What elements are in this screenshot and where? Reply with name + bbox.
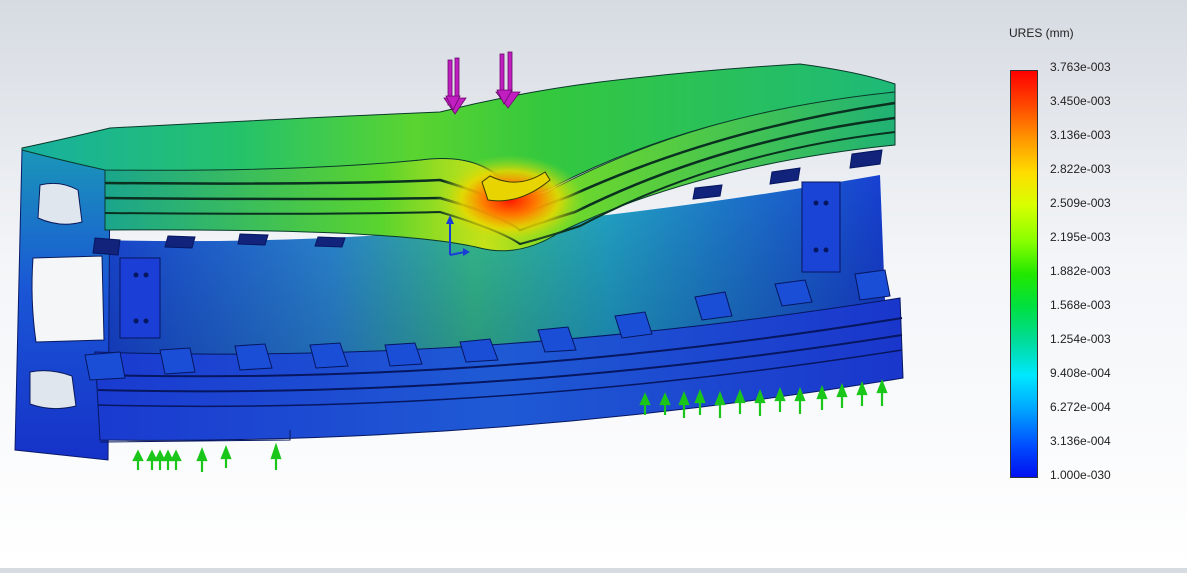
left-end-opening-middle bbox=[31, 255, 105, 343]
legend-tick-label: 1.568e-003 bbox=[1050, 298, 1111, 312]
mount-block-right bbox=[801, 181, 841, 273]
legend-tick-label: 3.763e-003 bbox=[1050, 60, 1111, 74]
legend-tick-label: 6.272e-004 bbox=[1050, 400, 1111, 414]
legend-tick-label: 2.509e-003 bbox=[1050, 196, 1111, 210]
legend-tick-label: 9.408e-004 bbox=[1050, 366, 1111, 380]
legend-tick-label: 1.882e-003 bbox=[1050, 264, 1111, 278]
legend-tick-label: 2.195e-003 bbox=[1050, 230, 1111, 244]
legend-tick-label: 3.136e-004 bbox=[1050, 434, 1111, 448]
legend-tick-label: 2.822e-003 bbox=[1050, 162, 1111, 176]
results-legend[interactable]: URES (mm) 3.763e-003 3.450e-003 3.136e-0… bbox=[1000, 18, 1180, 498]
left-end-opening-top bbox=[37, 182, 83, 225]
legend-tick-label: 1.000e-030 bbox=[1050, 468, 1111, 482]
fixture-arrows-left bbox=[132, 442, 282, 472]
left-end-opening-bottom bbox=[29, 370, 77, 410]
legend-tick-label: 1.254e-003 bbox=[1050, 332, 1111, 346]
legend-title: URES (mm) bbox=[1009, 26, 1074, 40]
mount-block-left bbox=[119, 257, 161, 339]
color-scale-bar bbox=[1010, 70, 1038, 478]
legend-tick-label: 3.136e-003 bbox=[1050, 128, 1111, 142]
legend-tick-label: 3.450e-003 bbox=[1050, 94, 1111, 108]
